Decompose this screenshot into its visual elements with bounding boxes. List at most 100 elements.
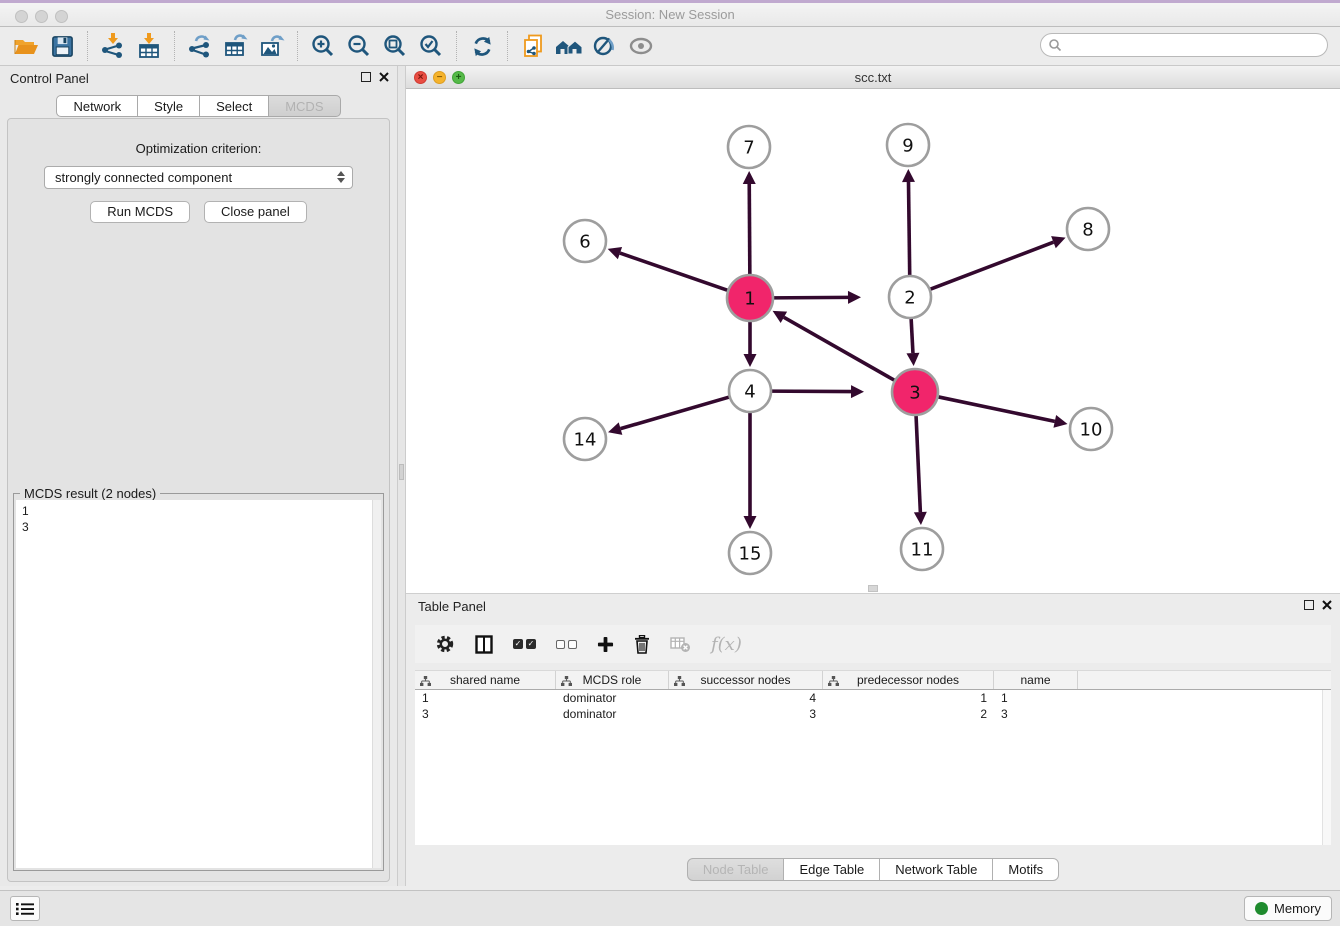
- apply-layout-button[interactable]: [464, 29, 500, 63]
- graph-edge[interactable]: [784, 317, 897, 381]
- tab-mcds[interactable]: MCDS: [268, 95, 340, 117]
- close-table-panel-icon[interactable]: [1322, 600, 1332, 610]
- columns-icon: [475, 635, 493, 654]
- edge-arrow-icon: [744, 354, 757, 367]
- mcds-panel: Optimization criterion: strongly connect…: [7, 118, 390, 882]
- graph-edge[interactable]: [928, 242, 1054, 290]
- table-row[interactable]: 1dominator411: [415, 690, 1331, 706]
- column-header-label: shared name: [450, 673, 520, 687]
- task-history-button[interactable]: [10, 896, 40, 921]
- column-header[interactable]: successor nodes: [669, 671, 823, 689]
- column-header[interactable]: MCDS role: [556, 671, 669, 689]
- tab-motifs[interactable]: Motifs: [992, 858, 1059, 881]
- zoom-out-button[interactable]: [341, 29, 377, 63]
- tab-select[interactable]: Select: [199, 95, 269, 117]
- edge-arrow-icon: [1053, 415, 1067, 428]
- delete-column-button[interactable]: [634, 635, 650, 654]
- zoom-in-icon: [310, 33, 336, 59]
- graph-edge[interactable]: [749, 184, 750, 277]
- tab-network[interactable]: Network: [56, 95, 138, 117]
- graph-edge[interactable]: [911, 316, 913, 353]
- main-toolbar: [0, 27, 1340, 66]
- table-row[interactable]: 3dominator323: [415, 706, 1331, 722]
- control-panel-tabs: Network Style Select MCDS: [0, 95, 397, 117]
- table-tabs: Node Table Edge Table Network Table Moti…: [406, 858, 1340, 881]
- eye-button[interactable]: [623, 29, 659, 63]
- graph-node-label: 11: [911, 540, 934, 561]
- hierarchy-icon: [828, 676, 839, 686]
- import-table-button[interactable]: [131, 29, 167, 63]
- export-table-button[interactable]: [218, 29, 254, 63]
- zoom-selected-button[interactable]: [413, 29, 449, 63]
- table-scrollbar[interactable]: [1322, 690, 1331, 845]
- save-session-button[interactable]: [44, 29, 80, 63]
- open-session-button[interactable]: [8, 29, 44, 63]
- clone-network-button[interactable]: [515, 29, 551, 63]
- criterion-dropdown[interactable]: strongly connected component: [44, 166, 353, 189]
- edge-arrow-icon: [914, 512, 927, 525]
- zoom-fit-button[interactable]: [377, 29, 413, 63]
- float-table-panel-icon[interactable]: [1304, 600, 1314, 610]
- table-toolbar: ✓ ✓ f(x): [415, 625, 1331, 663]
- delete-table-button[interactable]: [670, 635, 691, 653]
- select-all-columns-button[interactable]: ✓ ✓: [513, 639, 536, 649]
- tab-node-table[interactable]: Node Table: [687, 858, 785, 881]
- memory-button[interactable]: Memory: [1244, 896, 1332, 921]
- run-mcds-button[interactable]: Run MCDS: [90, 201, 190, 223]
- close-panel-icon[interactable]: [379, 72, 389, 82]
- window-zoom-button[interactable]: [55, 10, 68, 23]
- network-close-button[interactable]: ×: [414, 71, 427, 84]
- column-header[interactable]: predecessor nodes: [823, 671, 994, 689]
- tab-network-table[interactable]: Network Table: [879, 858, 993, 881]
- export-image-button[interactable]: [254, 29, 290, 63]
- tab-edge-table[interactable]: Edge Table: [783, 858, 880, 881]
- graph-node-label: 8: [1082, 220, 1093, 241]
- show-columns-button[interactable]: [475, 635, 493, 654]
- checked-box-icon: ✓: [526, 639, 536, 649]
- window-minimize-button[interactable]: [35, 10, 48, 23]
- table-cell: dominator: [556, 706, 669, 722]
- function-builder-button[interactable]: f(x): [711, 634, 742, 655]
- network-graph[interactable]: 7968124314101511: [406, 90, 1340, 593]
- table-settings-button[interactable]: [435, 634, 455, 654]
- panel-splitter[interactable]: [397, 66, 406, 886]
- import-network-button[interactable]: [95, 29, 131, 63]
- graph-edge[interactable]: [621, 396, 732, 428]
- column-header[interactable]: name: [994, 671, 1078, 689]
- mcds-result-group: MCDS result (2 nodes) 13: [13, 493, 384, 871]
- zoom-in-button[interactable]: [305, 29, 341, 63]
- search-input[interactable]: [1040, 33, 1328, 57]
- memory-status-icon: [1255, 902, 1268, 915]
- unselect-all-columns-button[interactable]: [556, 640, 577, 649]
- horizontal-splitter-grip[interactable]: [868, 585, 878, 592]
- graph-node-label: 14: [574, 430, 597, 451]
- graph-edge[interactable]: [916, 413, 920, 512]
- column-header[interactable]: shared name: [415, 671, 556, 689]
- network-minimize-button[interactable]: −: [433, 71, 446, 84]
- eye-icon: [627, 33, 655, 59]
- network-maximize-button[interactable]: +: [452, 71, 465, 84]
- export-network-button[interactable]: [182, 29, 218, 63]
- clone-network-icon: [520, 33, 546, 59]
- tab-style[interactable]: Style: [137, 95, 200, 117]
- graph-edge[interactable]: [936, 396, 1055, 421]
- float-panel-icon[interactable]: [361, 72, 371, 82]
- graph-edge[interactable]: [620, 253, 730, 291]
- table-cell: 1: [415, 690, 556, 706]
- hide-details-button[interactable]: [587, 29, 623, 63]
- application-window: Session: New Session: [0, 0, 1340, 926]
- network-canvas[interactable]: 7968124314101511: [406, 90, 1340, 593]
- close-panel-button[interactable]: Close panel: [204, 201, 307, 223]
- splitter-grip-icon[interactable]: [399, 464, 404, 480]
- home-button[interactable]: [551, 29, 587, 63]
- edge-arrow-icon: [902, 169, 915, 182]
- gear-icon: [435, 634, 455, 654]
- graph-edge[interactable]: [908, 182, 909, 278]
- window-close-button[interactable]: [15, 10, 28, 23]
- result-scrollbar[interactable]: [372, 500, 381, 868]
- mcds-result-textarea[interactable]: 13: [16, 500, 381, 868]
- create-column-button[interactable]: [597, 636, 614, 653]
- import-table-icon: [136, 33, 162, 59]
- node-table-header: shared name MCDS rolesuccessor nodesprede…: [415, 670, 1331, 690]
- table-cell: dominator: [556, 690, 669, 706]
